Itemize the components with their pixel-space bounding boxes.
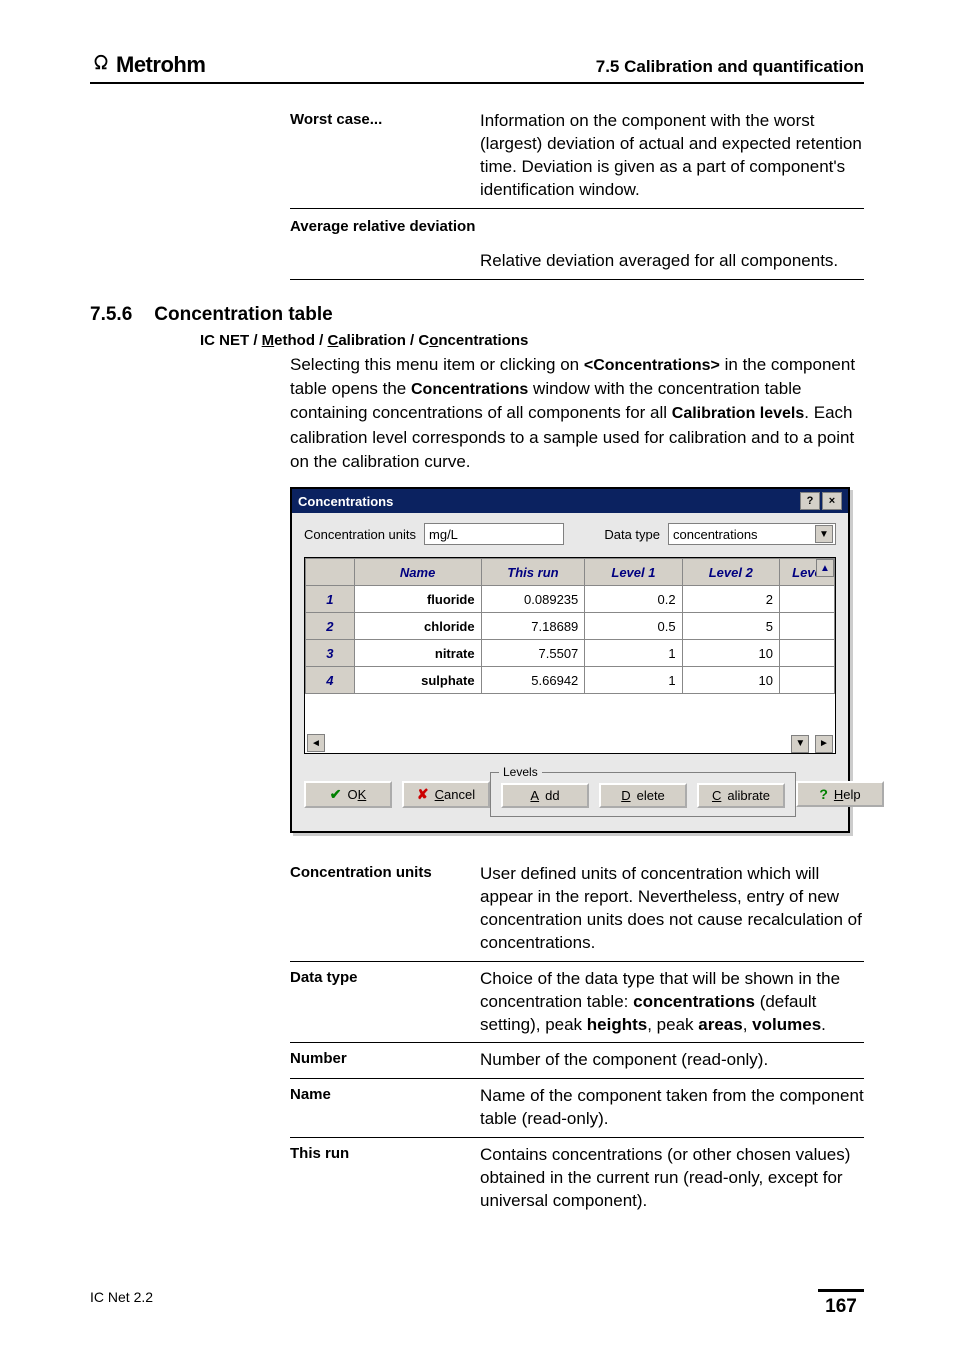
cancel-button[interactable]: ✘ Cancel: [402, 781, 490, 808]
def-term: Data type: [290, 961, 480, 1043]
dialog-titlebar: Concentrations ? ×: [292, 489, 848, 513]
col-header: Level 1: [585, 559, 682, 586]
def-desc: Contains concentrations (or other chosen…: [480, 1138, 864, 1219]
help-icon[interactable]: ?: [800, 492, 820, 510]
col-header: Name: [354, 559, 481, 586]
page-number: 167: [818, 1289, 864, 1318]
col-header: Level 2: [682, 559, 779, 586]
def-desc: Choice of the data type that will be sho…: [480, 961, 864, 1043]
def-desc: Number of the component (read-only).: [480, 1043, 864, 1079]
section-paragraph: Selecting this menu item or clicking on …: [290, 353, 864, 474]
section-number: 7.5.6: [90, 304, 132, 326]
def-desc: Relative deviation averaged for all comp…: [480, 244, 864, 279]
table-row[interactable]: 1 fluoride 0.089235 0.2 2: [306, 586, 835, 613]
logo-text: Metrohm: [116, 52, 205, 78]
section-title: Concentration table: [154, 304, 332, 326]
scroll-right-icon[interactable]: ►: [815, 735, 833, 753]
levels-group: Levels Add Delete Calibrate: [490, 772, 796, 817]
question-icon: ?: [819, 786, 828, 802]
def-term: Worst case...: [290, 104, 480, 208]
calibrate-button[interactable]: Calibrate: [697, 783, 785, 808]
scroll-left-icon[interactable]: ◄: [307, 734, 325, 752]
dialog-title: Concentrations: [298, 494, 393, 509]
units-input[interactable]: mg/L: [424, 523, 564, 545]
datatype-value: concentrations: [673, 527, 758, 542]
section-heading: 7.5.6 Concentration table: [90, 304, 864, 326]
page-header: Metrohm 7.5 Calibration and quantificati…: [90, 50, 864, 84]
breadcrumb: IC NET / Method / Calibration / Concentr…: [200, 332, 864, 349]
table-row[interactable]: 2 chloride 7.18689 0.5 5: [306, 613, 835, 640]
col-header: This run: [481, 559, 585, 586]
help-button[interactable]: ? Help: [796, 781, 884, 807]
omega-icon: [90, 50, 112, 72]
def-term: Concentration units: [290, 857, 480, 961]
definitions-top: Worst case... Information on the compone…: [290, 104, 864, 280]
definitions-after: Concentration units User defined units o…: [290, 857, 864, 1219]
levels-legend: Levels: [499, 765, 542, 779]
def-desc: User defined units of concentration whic…: [480, 857, 864, 961]
scroll-down-icon[interactable]: ▼: [791, 735, 809, 753]
delete-button[interactable]: Delete: [599, 783, 687, 808]
concentrations-dialog: Concentrations ? × Concentration units m…: [290, 487, 850, 833]
header-section-ref: 7.5 Calibration and quantification: [596, 57, 864, 77]
check-icon: ✔: [330, 786, 342, 803]
table-row[interactable]: 4 sulphate 5.66942 1 10: [306, 667, 835, 694]
add-button[interactable]: Add: [501, 783, 589, 808]
datatype-label: Data type: [604, 527, 660, 542]
footer-left: IC Net 2.2: [90, 1289, 153, 1318]
col-header: [306, 559, 355, 586]
chevron-down-icon[interactable]: ▼: [815, 525, 833, 543]
x-icon: ✘: [417, 786, 429, 803]
scroll-up-icon[interactable]: ▲: [816, 559, 834, 577]
grid-header-row: Name This run Level 1 Level 2 Leve ▲: [306, 559, 835, 586]
def-desc: Information on the component with the wo…: [480, 104, 864, 208]
def-term: Average relative deviation: [290, 218, 475, 235]
def-term: Name: [290, 1079, 480, 1138]
logo: Metrohm: [90, 50, 205, 78]
col-header: Leve ▲: [779, 559, 834, 586]
units-label: Concentration units: [304, 527, 416, 542]
page-footer: IC Net 2.2 167: [0, 1289, 954, 1358]
close-icon[interactable]: ×: [822, 492, 842, 510]
ok-button[interactable]: ✔ OK: [304, 781, 392, 808]
def-desc: Name of the component taken from the com…: [480, 1079, 864, 1138]
datatype-select[interactable]: concentrations ▼: [668, 523, 836, 545]
table-row[interactable]: 3 nitrate 7.5507 1 10: [306, 640, 835, 667]
concentration-grid[interactable]: Name This run Level 1 Level 2 Leve ▲ 1 f…: [304, 557, 836, 754]
def-term: This run: [290, 1138, 480, 1219]
def-term: Number: [290, 1043, 480, 1079]
